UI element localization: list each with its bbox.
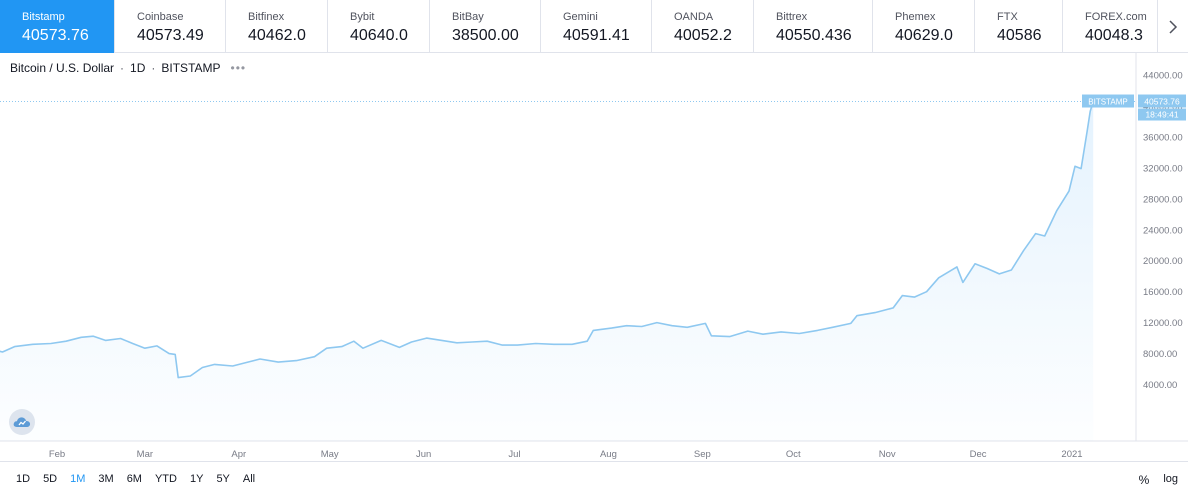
range-all[interactable]: All — [243, 473, 255, 485]
range-ytd[interactable]: YTD — [155, 473, 177, 485]
more-icon[interactable]: ••• — [231, 61, 247, 75]
x-tick-label: Mar — [137, 449, 153, 460]
ticker-bitstamp[interactable]: Bitstamp 40573.76 — [0, 0, 115, 53]
tradingview-logo-icon[interactable] — [9, 409, 35, 435]
ticker-name: OANDA — [674, 11, 714, 23]
countdown-text: 18:49:41 — [1145, 110, 1178, 120]
exchange-badge-text: BITSTAMP — [1088, 98, 1127, 107]
range-1m[interactable]: 1M — [70, 473, 85, 485]
exchange-label: BITSTAMP — [161, 61, 221, 75]
ticker-coinbase[interactable]: Coinbase 40573.49 — [115, 0, 226, 53]
ticker-name: Gemini — [563, 11, 598, 23]
x-tick-label: May — [321, 449, 339, 460]
ticker-gemini[interactable]: Gemini 40591.41 — [541, 0, 652, 53]
legend-separator: · — [120, 61, 125, 75]
ticker-name: BitBay — [452, 11, 484, 23]
range-5d[interactable]: 5D — [43, 473, 57, 485]
ticker-name: FTX — [997, 11, 1018, 23]
y-tick-label: 36000.00 — [1143, 132, 1183, 143]
ticker-price: 40550.436 — [776, 27, 852, 44]
interval-label: 1D — [130, 61, 146, 75]
y-tick-label: 12000.00 — [1143, 318, 1183, 329]
x-tick-label: Sep — [694, 449, 711, 460]
y-tick-label: 28000.00 — [1143, 194, 1183, 205]
x-tick-label: Apr — [231, 449, 246, 460]
scale-buttons: % log — [1139, 473, 1178, 487]
ticker-bittrex[interactable]: Bittrex 40550.436 — [754, 0, 873, 53]
last-price-text: 40573.76 — [1144, 97, 1180, 107]
range-buttons: 1D 5D 1M 3M 6M YTD 1Y 5Y All — [16, 473, 255, 485]
ticker-price: 40052.2 — [674, 27, 732, 44]
ticker-name: Phemex — [895, 11, 936, 23]
exchange-ticker-bar: Bitstamp 40573.76 Coinbase 40573.49 Bitf… — [0, 0, 1188, 53]
ticker-name: Bitstamp — [22, 11, 65, 23]
range-1y[interactable]: 1Y — [190, 473, 203, 485]
y-tick-label: 16000.00 — [1143, 287, 1183, 298]
y-tick-label: 20000.00 — [1143, 256, 1183, 267]
y-tick-label: 44000.00 — [1143, 71, 1183, 82]
ticker-price: 40048.3 — [1085, 27, 1143, 44]
ticker-name: Bitfinex — [248, 11, 285, 23]
ticker-price: 40629.0 — [895, 27, 953, 44]
x-tick-label: Aug — [600, 449, 617, 460]
chevron-right-icon[interactable] — [1158, 0, 1188, 53]
x-tick-label: Dec — [970, 449, 987, 460]
range-toolbar: 1D 5D 1M 3M 6M YTD 1Y 5Y All % log — [0, 463, 1188, 496]
ticker-price: 38500.00 — [452, 27, 519, 44]
range-1d[interactable]: 1D — [16, 473, 30, 485]
ticker-oanda[interactable]: OANDA 40052.2 — [652, 0, 754, 53]
x-tick-label: Nov — [879, 449, 896, 460]
ticker-name: FOREX.com — [1085, 11, 1147, 23]
ticker-price: 40591.41 — [563, 27, 630, 44]
x-tick-label: 2021 — [1061, 449, 1082, 460]
range-6m[interactable]: 6M — [127, 473, 142, 485]
ticker-name: Bybit — [350, 11, 375, 23]
ticker-phemex[interactable]: Phemex 40629.0 — [873, 0, 975, 53]
legend-separator: · — [151, 61, 156, 75]
time-axis: Feb Mar Apr May Jun Jul Aug Sep Oct Nov Dec 2021 — [49, 449, 1083, 460]
y-tick-label: 32000.00 — [1143, 163, 1183, 174]
range-5y[interactable]: 5Y — [216, 473, 229, 485]
ticker-forex-com[interactable]: FOREX.com 40048.3 — [1063, 0, 1158, 53]
ticker-bitbay[interactable]: BitBay 38500.00 — [430, 0, 541, 53]
y-tick-label: 8000.00 — [1143, 349, 1177, 360]
log-scale-button[interactable]: log — [1163, 473, 1178, 487]
x-tick-label: Jul — [508, 449, 520, 460]
symbol-name: Bitcoin / U.S. Dollar — [10, 61, 115, 75]
x-tick-label: Jun — [416, 449, 431, 460]
ticker-bitfinex[interactable]: Bitfinex 40462.0 — [226, 0, 328, 53]
ticker-price: 40462.0 — [248, 27, 306, 44]
range-3m[interactable]: 3M — [98, 473, 113, 485]
ticker-price: 40573.76 — [22, 27, 89, 44]
percent-scale-button[interactable]: % — [1139, 473, 1150, 487]
ticker-price: 40573.49 — [137, 27, 204, 44]
symbol-legend: Bitcoin / U.S. Dollar · 1D · BITSTAMP ••… — [10, 61, 246, 75]
x-tick-label: Feb — [49, 449, 65, 460]
ticker-bybit[interactable]: Bybit 40640.0 — [328, 0, 430, 53]
ticker-price: 40640.0 — [350, 27, 408, 44]
y-tick-label: 4000.00 — [1143, 380, 1177, 391]
x-tick-label: Oct — [786, 449, 801, 460]
y-tick-label: 24000.00 — [1143, 225, 1183, 236]
ticker-ftx[interactable]: FTX 40586 — [975, 0, 1063, 53]
chart-area[interactable]: Bitcoin / U.S. Dollar · 1D · BITSTAMP ••… — [0, 53, 1188, 462]
ticker-name: Coinbase — [137, 11, 184, 23]
ticker-price: 40586 — [997, 27, 1042, 44]
price-chart: 4000.00 8000.00 12000.00 16000.00 20000.00 24… — [0, 53, 1188, 460]
ticker-name: Bittrex — [776, 11, 808, 23]
